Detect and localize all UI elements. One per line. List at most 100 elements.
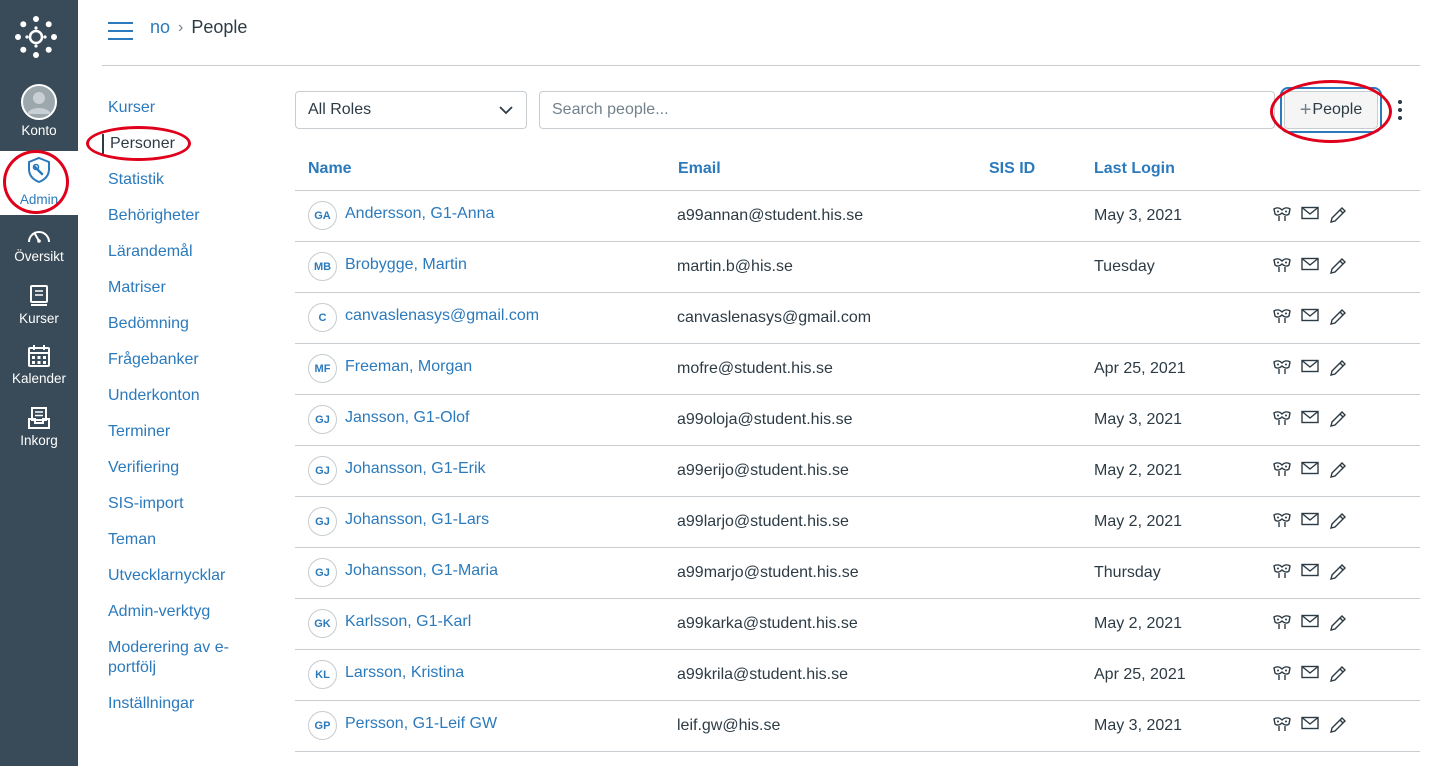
column-header-last-login[interactable]: Last Login [1094,160,1175,178]
message-envelope-icon[interactable] [1301,359,1321,379]
message-envelope-icon[interactable] [1301,614,1321,634]
edit-pencil-icon[interactable] [1329,716,1349,736]
masquerade-icon[interactable] [1273,359,1293,379]
message-envelope-icon[interactable] [1301,308,1321,328]
user-name-link[interactable]: Johansson, G1-Erik [345,460,486,478]
subnav-item-fragebanker[interactable]: Frågebanker [108,350,278,370]
subnav-item-admin-verktyg[interactable]: Admin-verktyg [108,602,278,622]
masquerade-icon[interactable] [1273,665,1293,685]
search-people-input[interactable] [539,91,1275,129]
table-row: GJ Jansson, G1-Olof a99oloja@student.his.s… [295,395,1420,446]
message-envelope-icon[interactable] [1301,257,1321,277]
edit-pencil-icon[interactable] [1329,614,1349,634]
subnav-item-underkonton[interactable]: Underkonton [108,386,278,406]
user-avatar-initials[interactable]: GJ [308,405,337,434]
user-name-link[interactable]: Jansson, G1-Olof [345,409,470,427]
gnav-admin[interactable]: Admin [0,151,78,215]
user-name-link[interactable]: Johansson, G1-Maria [345,562,498,580]
user-name-link[interactable]: Freeman, Morgan [345,358,472,376]
message-envelope-icon[interactable] [1301,461,1321,481]
user-email: a99erijo@student.his.se [677,462,849,479]
user-name-link[interactable]: Andersson, G1-Anna [345,205,494,223]
masquerade-icon[interactable] [1273,563,1293,583]
edit-pencil-icon[interactable] [1329,410,1349,430]
subnav-item-verifiering[interactable]: Verifiering [108,458,278,478]
masquerade-icon[interactable] [1273,716,1293,736]
user-name-link[interactable]: Persson, G1-Leif GW [345,715,497,733]
breadcrumb-root-link[interactable]: no [150,17,170,38]
gnav-oversikt[interactable]: Översikt [0,226,78,270]
gnav-kurser[interactable]: Kurser [0,284,78,328]
roles-select[interactable]: All Roles [295,91,527,129]
plus-icon: + [1299,99,1312,121]
user-avatar-initials[interactable]: KL [308,660,337,689]
course-menu-toggle-button[interactable] [108,22,133,40]
subnav-item-bedomning[interactable]: Bedömning [108,314,278,334]
gnav-inkorg[interactable]: Inkorg [0,406,78,452]
edit-pencil-icon[interactable] [1329,461,1349,481]
user-avatar-initials[interactable]: GA [308,201,337,230]
column-header-name[interactable]: Name [308,160,352,178]
user-name-link[interactable]: Karlsson, G1-Karl [345,613,471,631]
user-email: a99annan@student.his.se [677,207,864,224]
user-name-link[interactable]: Brobygge, Martin [345,256,467,274]
user-last-login: May 2, 2021 [1094,615,1183,632]
message-envelope-icon[interactable] [1301,410,1321,430]
table-row: MB Brobygge, Martin martin.b@his.se Tuesday [295,242,1420,293]
user-avatar-initials[interactable]: GP [308,711,337,740]
user-avatar-initials[interactable]: MB [308,252,337,281]
edit-pencil-icon[interactable] [1329,665,1349,685]
user-name-link[interactable]: canvaslenasys@gmail.com [345,307,539,325]
masquerade-icon[interactable] [1273,308,1293,328]
subnav-item-matriser[interactable]: Matriser [108,278,278,298]
edit-pencil-icon[interactable] [1329,206,1349,226]
subnav-item-larandemal[interactable]: Lärandemål [108,242,278,262]
message-envelope-icon[interactable] [1301,206,1321,226]
subnav-item-sis-import[interactable]: SIS-import [108,494,278,514]
message-envelope-icon[interactable] [1301,665,1321,685]
masquerade-icon[interactable] [1273,257,1293,277]
more-options-kebab-icon[interactable] [1390,97,1410,123]
user-avatar-initials[interactable]: GJ [308,558,337,587]
masquerade-icon[interactable] [1273,206,1293,226]
subnav-item-installningar[interactable]: Inställningar [108,694,278,714]
column-header-sis-id[interactable]: SIS ID [989,160,1035,178]
user-last-login: May 3, 2021 [1094,717,1183,734]
message-envelope-icon[interactable] [1301,716,1321,736]
user-avatar-initials[interactable]: GJ [308,456,337,485]
edit-pencil-icon[interactable] [1329,359,1349,379]
column-header-email[interactable]: Email [678,160,721,178]
subnav-item-personer[interactable]: Personer [102,134,278,154]
gnav-konto[interactable]: Konto [0,84,78,146]
message-envelope-icon[interactable] [1301,512,1321,532]
header-divider [102,65,1420,66]
canvas-logo[interactable] [14,15,58,59]
table-row: GA Andersson, G1-Anna a99annan@student.his… [295,191,1420,242]
user-last-login: Apr 25, 2021 [1094,360,1186,377]
gnav-kalender[interactable]: Kalender [0,344,78,390]
user-avatar-initials[interactable]: GK [308,609,337,638]
user-avatar-initials[interactable]: GJ [308,507,337,536]
subnav-item-teman[interactable]: Teman [108,530,278,550]
masquerade-icon[interactable] [1273,410,1293,430]
edit-pencil-icon[interactable] [1329,257,1349,277]
subnav-item-utvecklarnycklar[interactable]: Utvecklarnycklar [108,566,278,586]
add-people-button[interactable]: + People [1280,87,1382,133]
masquerade-icon[interactable] [1273,614,1293,634]
subnav-item-statistik[interactable]: Statistik [108,170,278,190]
user-avatar-initials[interactable]: MF [308,354,337,383]
message-envelope-icon[interactable] [1301,563,1321,583]
subnav-item-moderering[interactable]: Moderering av e-portfölj [108,638,238,678]
user-avatar-initials[interactable]: C [308,303,337,332]
subnav-item-terminer[interactable]: Terminer [108,422,278,442]
edit-pencil-icon[interactable] [1329,512,1349,532]
inbox-icon [28,407,50,429]
subnav-item-kurser[interactable]: Kurser [108,98,278,118]
subnav-item-behorigheter[interactable]: Behörigheter [108,206,278,226]
masquerade-icon[interactable] [1273,512,1293,532]
masquerade-icon[interactable] [1273,461,1293,481]
user-name-link[interactable]: Johansson, G1-Lars [345,511,489,529]
user-name-link[interactable]: Larsson, Kristina [345,664,464,682]
edit-pencil-icon[interactable] [1329,308,1349,328]
edit-pencil-icon[interactable] [1329,563,1349,583]
